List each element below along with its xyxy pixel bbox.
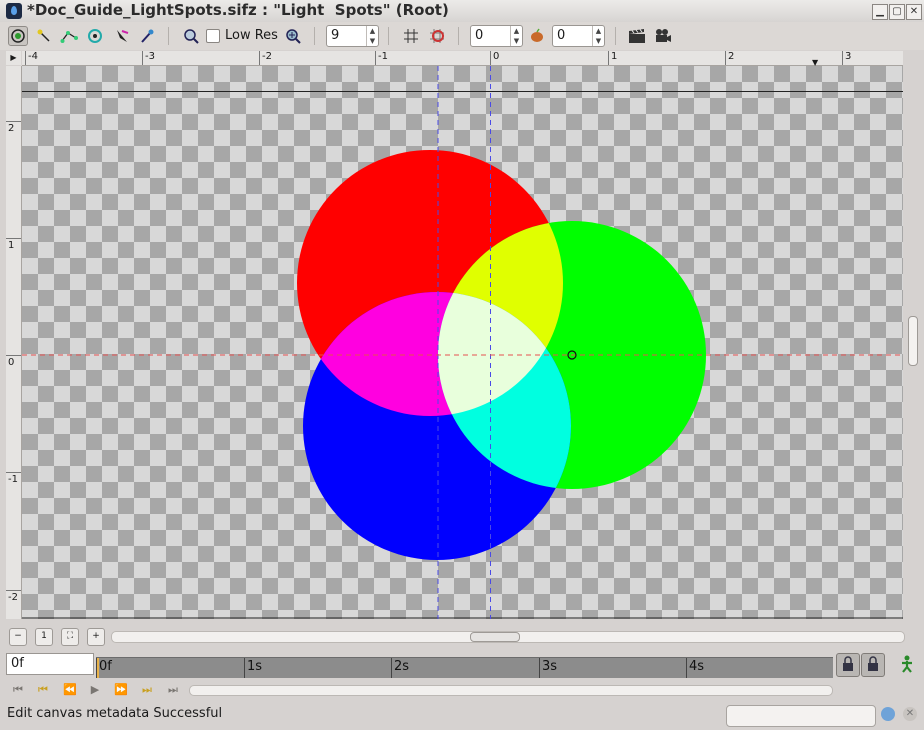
- smooth-move-icon[interactable]: [34, 26, 54, 46]
- onion-past-value: 0: [475, 28, 484, 43]
- h-ruler-tick: -4: [25, 51, 38, 65]
- h-ruler-tick: -3: [142, 51, 155, 65]
- toolbar-separator: [388, 27, 389, 45]
- playback-scrollbar[interactable]: [189, 685, 833, 696]
- status-message: Edit canvas metadata Successful: [7, 706, 223, 721]
- canvas-toolbar: Low Res 9 ▲ ▼ 0 ▲ ▼ 0 ▲ ▼: [0, 22, 924, 50]
- toolbar-separator: [615, 27, 616, 45]
- time-tick: 1s: [244, 658, 262, 678]
- onion-future-spinbox[interactable]: 0 ▲ ▼: [552, 25, 605, 47]
- render-progress-field: [726, 705, 876, 727]
- toolbar-separator: [168, 27, 169, 45]
- seek-begin-button[interactable]: ⏮: [9, 682, 27, 698]
- circle-tool-icon[interactable]: [137, 26, 157, 46]
- horizontal-scrollbar[interactable]: [111, 631, 905, 643]
- low-res-label: Low Res: [225, 28, 278, 43]
- animation-mode-icon[interactable]: [898, 655, 916, 673]
- time-tick: 0f: [96, 658, 112, 678]
- quality-spinbox[interactable]: 9 ▲ ▼: [326, 25, 379, 47]
- v-ruler-tick: 1: [6, 238, 21, 251]
- next-keyframe-button[interactable]: ⏭: [138, 682, 156, 698]
- time-tick: 4s: [686, 658, 704, 678]
- low-res-toggle[interactable]: Low Res: [206, 28, 278, 43]
- vertical-scroll-thumb[interactable]: [908, 316, 918, 366]
- h-ruler-tick: -2: [259, 51, 272, 65]
- vertical-scrollbar[interactable]: [906, 66, 918, 619]
- canvas-area[interactable]: [22, 66, 903, 619]
- time-tick: 2s: [391, 658, 409, 678]
- window-title: *Doc_Guide_LightSpots.sifz : "Light Spot…: [27, 1, 449, 19]
- onion-future-spin-arrows[interactable]: ▲ ▼: [592, 26, 604, 46]
- toolbar-separator: [314, 27, 315, 45]
- close-button[interactable]: ✕: [906, 4, 922, 20]
- ruler-menu-button[interactable]: ▶: [6, 51, 21, 65]
- snap-icon[interactable]: [427, 26, 447, 46]
- render-icon[interactable]: [627, 26, 647, 46]
- vertical-ruler: 2 1 0 -1 -2: [6, 66, 22, 619]
- onion-past-spin-arrows[interactable]: ▲ ▼: [510, 26, 522, 46]
- prev-frame-button[interactable]: ⏪: [61, 682, 79, 698]
- past-keyframe-lock-button[interactable]: [836, 653, 860, 677]
- current-time-field[interactable]: 0f: [6, 653, 94, 675]
- v-ruler-tick: 0: [6, 355, 21, 368]
- synfig-app-icon[interactable]: [6, 3, 22, 19]
- preview-icon[interactable]: [653, 26, 673, 46]
- stop-icon[interactable]: ✕: [903, 707, 917, 721]
- zoom-100-button[interactable]: 1: [35, 628, 53, 646]
- play-button[interactable]: ▶: [86, 682, 104, 698]
- future-keyframe-lock-button[interactable]: [861, 653, 885, 677]
- h-ruler-tick: 2: [725, 51, 734, 65]
- h-ruler-tick: 0: [490, 51, 499, 65]
- zoom-out-button[interactable]: −: [9, 628, 27, 646]
- seek-end-button[interactable]: ⏭: [164, 682, 182, 698]
- v-ruler-tick: -1: [6, 472, 21, 485]
- zoom-fit-button[interactable]: ⛶: [61, 628, 79, 646]
- mirror-tool-icon[interactable]: [112, 26, 132, 46]
- zoom-in-button[interactable]: +: [87, 628, 105, 646]
- h-ruler-tick: 3: [842, 51, 851, 65]
- h-ruler-tick: -1: [375, 51, 388, 65]
- h-ruler-tick: 1: [608, 51, 617, 65]
- horizontal-ruler: -4 -3 -2 -1 0 1 2 3 ▼: [22, 51, 903, 67]
- grid-icon[interactable]: [401, 26, 421, 46]
- quality-spin-arrows[interactable]: ▲ ▼: [366, 26, 378, 46]
- low-res-checkbox[interactable]: [206, 28, 220, 43]
- zoom-icon[interactable]: [181, 26, 201, 46]
- onion-future-value: 0: [557, 28, 566, 43]
- onion-skin-icon[interactable]: [527, 26, 547, 46]
- time-slider[interactable]: 0f 1s 2s 3s 4s: [96, 657, 833, 678]
- title-bar: *Doc_Guide_LightSpots.sifz : "Light Spot…: [0, 0, 924, 23]
- horizontal-scroll-thumb[interactable]: [470, 632, 520, 642]
- time-bar: 0f 0f 1s 2s 3s 4s: [0, 651, 924, 678]
- transform-tool-icon[interactable]: [8, 26, 28, 46]
- v-ruler-tick: -2: [6, 590, 21, 603]
- toolbar-separator: [458, 27, 459, 45]
- scale-tool-icon[interactable]: [59, 26, 79, 46]
- rotate-tool-icon[interactable]: [85, 26, 105, 46]
- time-tick: 3s: [539, 658, 557, 678]
- prev-keyframe-button[interactable]: ⏮: [34, 682, 52, 698]
- next-frame-button[interactable]: ⏩: [112, 682, 130, 698]
- minimize-button[interactable]: ▁: [872, 4, 888, 20]
- status-bar: Edit canvas metadata Successful ✕: [0, 702, 924, 730]
- zoom-fit-icon[interactable]: [283, 26, 303, 46]
- refresh-icon[interactable]: [881, 707, 895, 721]
- light-spots-artwork: [22, 66, 903, 619]
- v-ruler-tick: 2: [6, 121, 21, 134]
- maximize-button[interactable]: ▢: [889, 4, 905, 20]
- quality-value: 9: [331, 28, 340, 43]
- onion-past-spinbox[interactable]: 0 ▲ ▼: [470, 25, 523, 47]
